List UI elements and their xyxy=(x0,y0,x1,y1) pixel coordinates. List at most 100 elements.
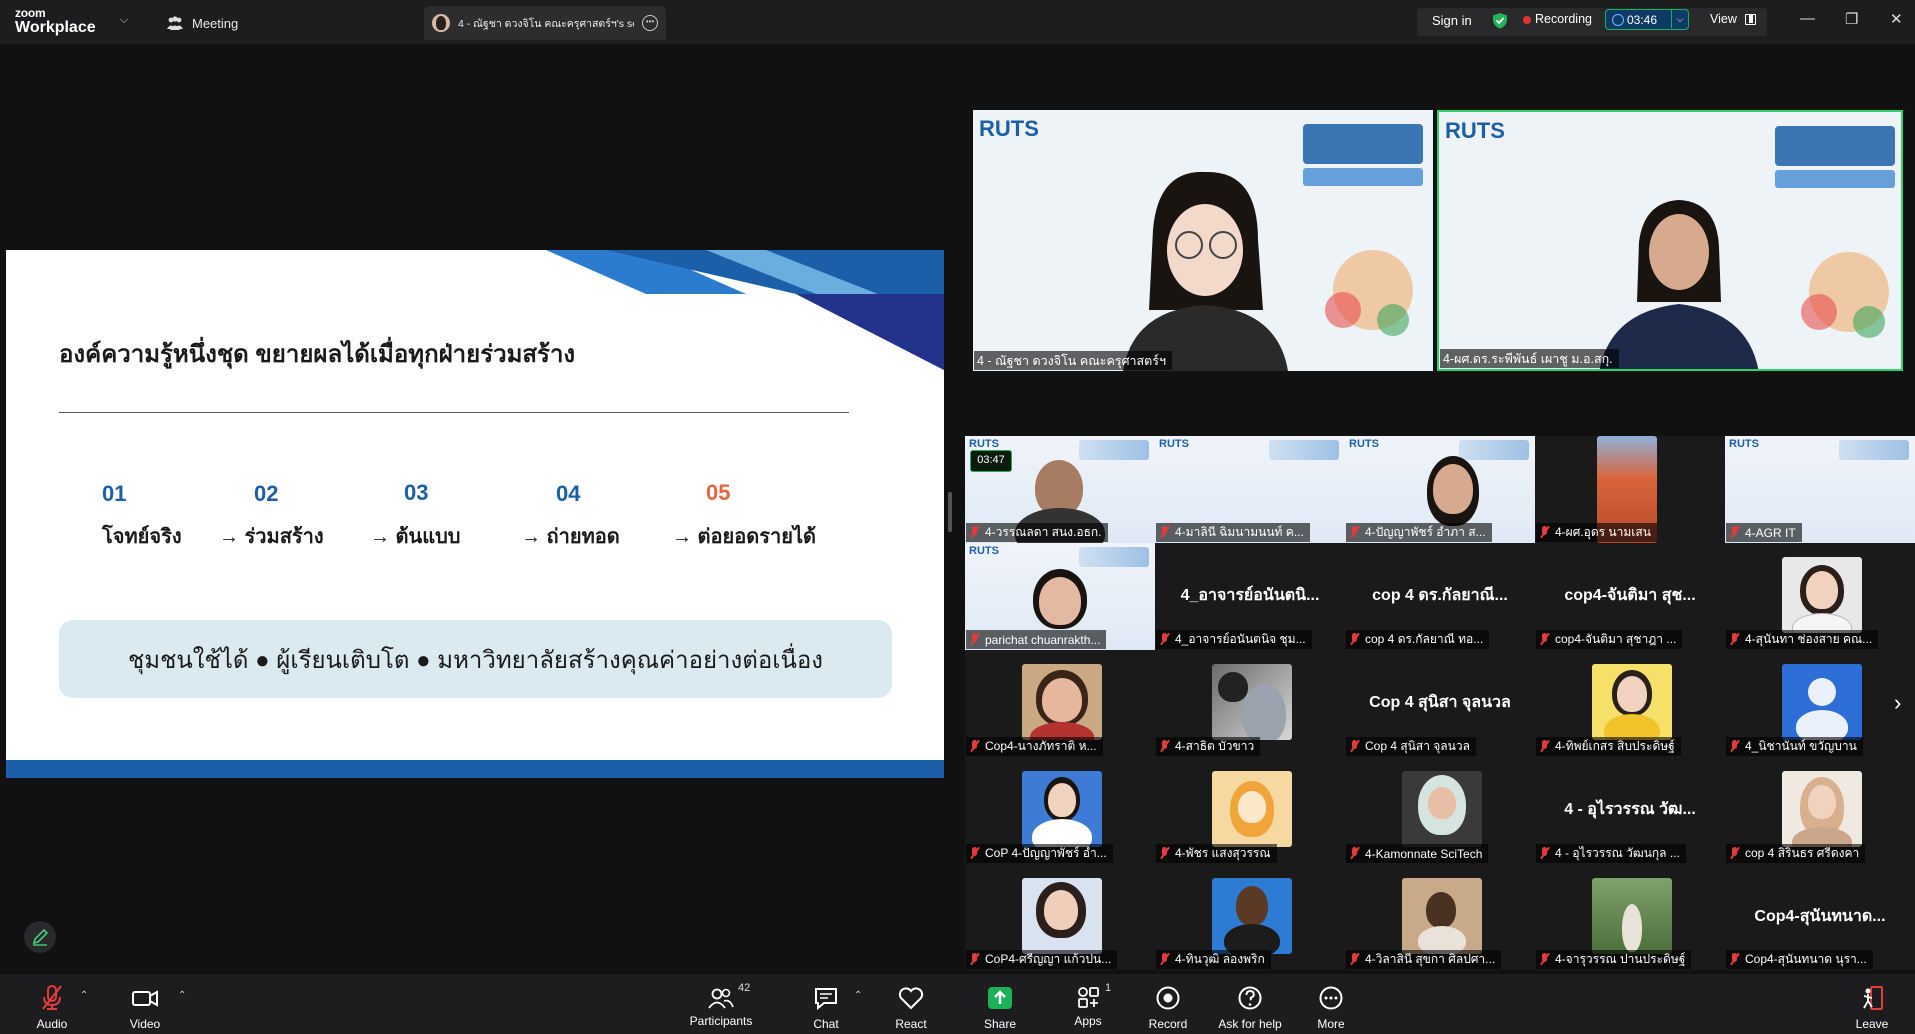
participant-name: CoP 4-ปัญญาพัชร์ อำ... xyxy=(966,844,1113,863)
video-tile[interactable]: RUTS 4-AGR IT xyxy=(1725,436,1915,543)
video-button[interactable]: Video xyxy=(100,980,190,1031)
video-tile[interactable]: RUTS 4-ปัญญาพัชร์ อำภา ส... xyxy=(1345,436,1535,543)
participant-display-name: cop4-จันติมา สุช... xyxy=(1564,587,1696,604)
background-logo: RUTS xyxy=(1349,438,1379,450)
step-number: 03 xyxy=(404,480,429,505)
video-tile[interactable]: cop4-จันติมา สุช... cop4-จันติมา สุชาฎา … xyxy=(1535,543,1725,650)
participant-name: Cop 4 สุนิสา จุลนวล xyxy=(1346,737,1476,756)
slide-divider xyxy=(59,412,849,413)
video-tile[interactable]: RUTS parichat chuanrakth... xyxy=(965,543,1155,650)
mic-muted-icon xyxy=(1729,740,1740,753)
sign-in-button[interactable]: Sign in xyxy=(1432,13,1472,28)
video-tile-active-speaker[interactable]: RUTS 4-ผศ.ดร.ระพีพันธ์ เผาชู ม.อ.สกุ. xyxy=(1437,110,1903,371)
video-tile[interactable]: Cop 4 สุนิสา จุลนวล Cop 4 สุนิสา จุลนวล xyxy=(1345,650,1535,757)
participant-name: 4-ทิพย์เกสร สิบประดิษฐ์ xyxy=(1536,737,1681,756)
video-tile[interactable]: Cop4-สุนันทนาด... Cop4-สุนันทนาด นุรา... xyxy=(1725,864,1915,970)
video-tile[interactable]: 4-สาธิต บัวขาว xyxy=(1155,650,1345,757)
step-number: 01 xyxy=(102,481,127,506)
chevron-up-icon[interactable]: ⌃ xyxy=(80,990,88,1001)
video-tile[interactable]: cop 4 สิรินธร ศรีดงคา xyxy=(1725,757,1915,864)
apps-grid-icon xyxy=(1078,987,1099,1008)
encryption-shield-icon[interactable] xyxy=(1492,12,1508,29)
chevron-up-icon[interactable]: ⌃ xyxy=(178,990,186,1001)
share-screen-icon xyxy=(988,987,1012,1009)
video-tile[interactable]: RUTS 4-มาลินี ฉิมนามนนท์ ค... xyxy=(1155,436,1345,543)
share-button[interactable]: Share xyxy=(955,980,1045,1031)
chat-button[interactable]: Chat xyxy=(781,980,871,1031)
audio-button[interactable]: Audio xyxy=(7,980,97,1031)
record-button[interactable]: Record xyxy=(1123,980,1213,1031)
mic-muted-icon xyxy=(1159,953,1170,966)
video-tile[interactable]: 4-วิลาสินี สุขกา ศิลปศา... xyxy=(1345,864,1535,970)
avatar xyxy=(1022,664,1102,740)
svg-text:RUTS: RUTS xyxy=(979,116,1039,141)
video-label: Video xyxy=(129,1017,161,1031)
mic-muted-icon xyxy=(1159,740,1170,753)
video-tile[interactable]: 4-ทิพย์เกสร สิบประดิษฐ์ xyxy=(1535,650,1725,757)
participant-name: Cop4-นางภัทราติ ห... xyxy=(966,737,1103,756)
background-logo: RUTS xyxy=(1159,438,1189,450)
recording-dot-icon xyxy=(1523,16,1531,24)
minimize-icon[interactable]: — xyxy=(1800,10,1815,27)
next-page-arrow-icon[interactable]: › xyxy=(1894,690,1901,716)
avatar xyxy=(1212,878,1292,954)
background-banner xyxy=(1079,547,1149,567)
video-tile[interactable]: Cop4-นางภัทราติ ห... xyxy=(965,650,1155,757)
video-tile[interactable]: 4-สุนันทา ช่องสาย คณ... xyxy=(1725,543,1915,650)
video-tile[interactable]: cop 4 ดร.กัลยาณี... cop 4 ดร.กัลยาณี ทอ.… xyxy=(1345,543,1535,650)
svg-text:RUTS: RUTS xyxy=(1445,118,1505,143)
video-tile[interactable]: CoP4-ศรีญญา แก้วปน... xyxy=(965,864,1155,970)
mic-muted-icon xyxy=(42,985,62,1010)
video-tile[interactable]: 4 - อุไรวรรณ วัฒ... 4 - อุไรวรรณ วัฒนกุล… xyxy=(1535,757,1725,864)
avatar xyxy=(1022,771,1102,847)
video-tile[interactable]: 4-ผศ.อุดร นามเสน xyxy=(1535,436,1725,543)
video-tile[interactable]: 4_อาจารย์อนันตนิ... 4_อาจารย์อนันตนิจ ชุ… xyxy=(1155,543,1345,650)
participant-name: 4-สุนันทา ช่องสาย คณ... xyxy=(1726,630,1879,649)
tab-meeting[interactable]: Meeting xyxy=(166,12,238,34)
slide-banner: ชุมชนใช้ได้ ● ผู้เรียนเติบโต ● มหาวิทยาล… xyxy=(59,620,892,698)
video-tile[interactable]: CoP 4-ปัญญาพัชร์ อำ... xyxy=(965,757,1155,864)
view-button[interactable]: View xyxy=(1710,12,1737,26)
chat-bubble-icon xyxy=(815,988,837,1011)
video-tile[interactable]: 4-ทินวุฒิ ลองพริก xyxy=(1155,864,1345,970)
participants-button[interactable]: 42 Participants xyxy=(671,980,771,1028)
avatar xyxy=(1212,664,1292,740)
react-label: React xyxy=(895,1017,927,1031)
react-button[interactable]: React xyxy=(866,980,956,1031)
participant-video xyxy=(1433,464,1473,514)
recording-indicator[interactable]: Recording xyxy=(1535,12,1592,26)
mic-muted-icon xyxy=(1159,847,1170,860)
chevron-down-icon[interactable]: ⌵ xyxy=(120,14,128,27)
panel-resize-handle[interactable] xyxy=(948,492,952,532)
restore-icon[interactable]: ❐ xyxy=(1845,10,1858,28)
close-icon[interactable]: ✕ xyxy=(1890,10,1903,28)
mic-muted-icon xyxy=(1539,740,1550,753)
view-layout-icon[interactable] xyxy=(1745,14,1756,25)
apps-button[interactable]: 1 Apps xyxy=(1043,980,1133,1028)
more-button[interactable]: More xyxy=(1286,980,1376,1031)
ask-for-help-button[interactable]: Ask for help xyxy=(1203,980,1297,1031)
record-label: Record xyxy=(1148,1017,1188,1031)
mic-muted-icon xyxy=(969,740,980,753)
step-label: → ต้นแบบ xyxy=(370,526,461,548)
video-tile[interactable]: 4-จารุวรรณ ปานประดิษฐ์ xyxy=(1535,864,1725,970)
background-banner xyxy=(1459,440,1529,460)
annotate-button[interactable] xyxy=(24,921,56,953)
audio-label: Audio xyxy=(36,1017,68,1031)
tab-screen-share[interactable]: 4 - ณัฐชา ดวงจิโน คณะครุศาสตร์ฯ's sc ••• xyxy=(424,6,666,40)
mic-muted-icon xyxy=(1539,953,1550,966)
more-options-icon[interactable]: ••• xyxy=(642,15,658,31)
chevron-up-icon[interactable]: ⌃ xyxy=(854,990,862,1001)
video-tile-speaker[interactable]: RUTS 4 - ณัฐชา ดวงจิโน คณะครุศาสตร์ฯ xyxy=(973,110,1433,371)
mic-muted-icon xyxy=(1729,847,1740,860)
chevron-down-icon[interactable]: ⌵ xyxy=(1671,10,1688,28)
meeting-timer[interactable]: 03:46 ⌵ xyxy=(1605,9,1689,30)
video-tile[interactable]: 4-พัชร แสงสุวรรณ xyxy=(1155,757,1345,864)
video-tile[interactable]: 4-Kamonnate SciTech xyxy=(1345,757,1535,864)
leave-button[interactable]: Leave xyxy=(1827,980,1915,1031)
avatar xyxy=(1212,771,1292,847)
video-tile[interactable]: RUTS 03:47 4-วรรณลดา สนง.อธก. xyxy=(965,436,1155,543)
step-label: → ร่วมสร้าง xyxy=(219,526,324,548)
video-tile[interactable]: 4_นิชานันท์ ขวัญบาน xyxy=(1725,650,1915,757)
background-banner xyxy=(1079,440,1149,460)
